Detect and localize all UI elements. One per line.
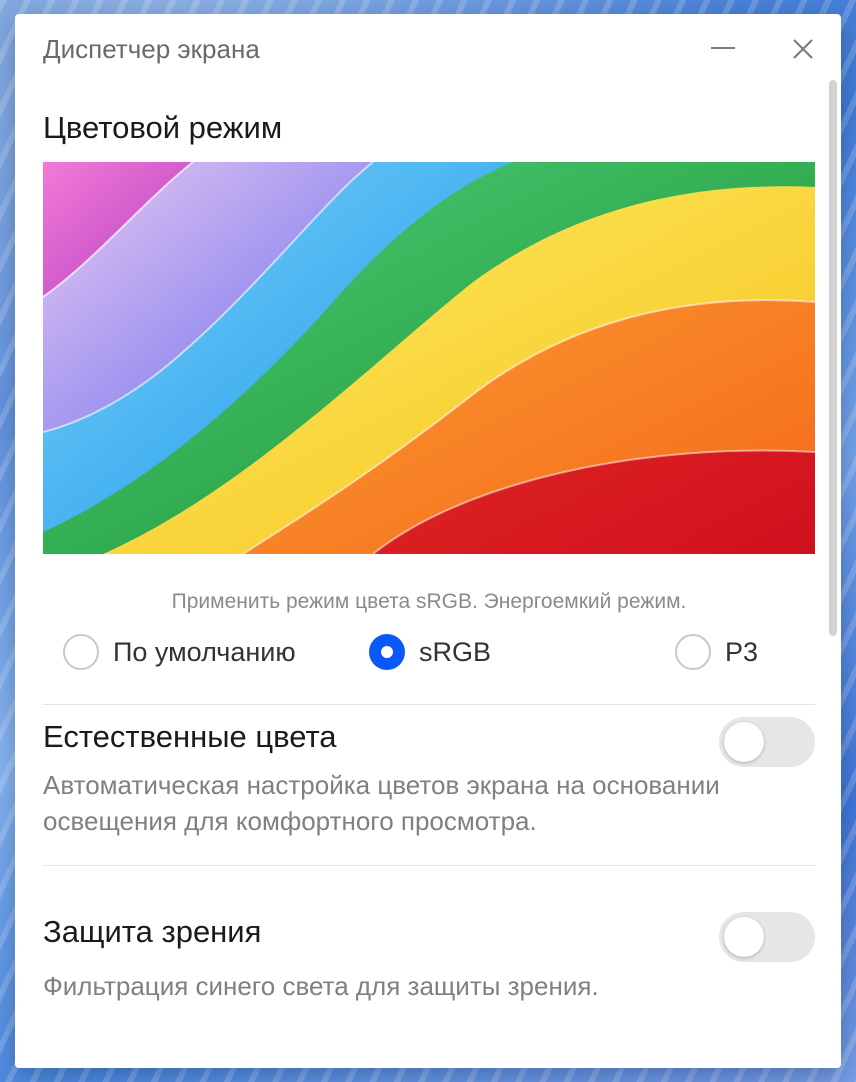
radio-circle-selected: [369, 634, 405, 670]
toggle-knob: [724, 722, 764, 762]
eye-comfort-toggle[interactable]: [719, 912, 815, 962]
radio-default[interactable]: По умолчанию: [63, 634, 296, 670]
display-manager-window: Диспетчер экрана Цветовой режим Применит…: [15, 14, 841, 1068]
title-bar: Диспетчер экрана: [15, 14, 841, 84]
toggle-knob: [724, 917, 764, 957]
color-mode-radio-group: По умолчанию sRGB P3: [43, 630, 815, 690]
color-mode-caption: Применить режим цвета sRGB. Энергоемкий …: [171, 590, 687, 613]
scroll-fade: [15, 1022, 841, 1068]
radio-label-srgb: sRGB: [419, 636, 492, 667]
window-title: Диспетчер экрана: [43, 34, 260, 64]
radio-circle: [675, 634, 711, 670]
color-preview-image: [43, 162, 815, 554]
radio-srgb[interactable]: sRGB: [369, 634, 491, 670]
scrollbar[interactable]: [829, 80, 837, 636]
minimize-button[interactable]: [703, 32, 743, 66]
close-button[interactable]: [783, 32, 823, 66]
minimize-icon: [711, 47, 735, 49]
close-icon: [793, 39, 813, 59]
radio-label-default: По умолчанию: [113, 636, 296, 667]
radio-p3[interactable]: P3: [675, 634, 758, 670]
radio-label-p3: P3: [725, 636, 759, 667]
radio-circle: [63, 634, 99, 670]
eye-comfort-description: Фильтрация синего света для защиты зрени…: [43, 971, 599, 1001]
natural-colors-title: Естественные цвета: [43, 719, 337, 754]
natural-colors-toggle[interactable]: [719, 717, 815, 767]
eye-comfort-title: Защита зрения: [43, 914, 262, 949]
color-mode-heading: Цветовой режим: [43, 110, 283, 145]
settings-content: Цветовой режим Применить режим цвета sRG…: [43, 104, 815, 1030]
natural-colors-description: Автоматическая настройка цветов экрана н…: [43, 770, 720, 836]
natural-colors-setting: Естественные цвета Автоматическая настро…: [43, 705, 815, 865]
eye-comfort-setting: Защита зрения Фильтрация синего света дл…: [43, 866, 815, 1030]
